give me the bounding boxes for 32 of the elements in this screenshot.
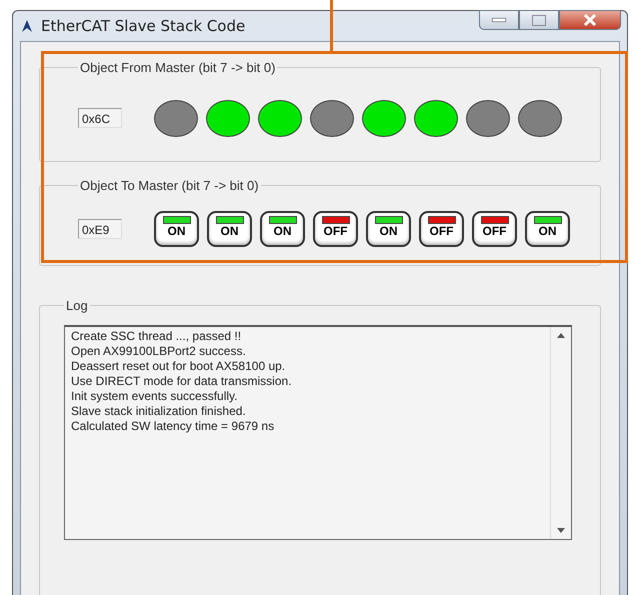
toggle-switch[interactable]: ON bbox=[260, 211, 305, 247]
maximize-button[interactable] bbox=[519, 10, 559, 30]
toggle-switch[interactable]: OFF bbox=[313, 211, 358, 247]
minimize-button[interactable] bbox=[479, 10, 519, 30]
toggle-switch[interactable]: ON bbox=[366, 211, 411, 247]
scroll-up-icon[interactable] bbox=[557, 333, 565, 338]
toggle-switch[interactable]: ON bbox=[525, 211, 570, 247]
log-line: Calculated SW latency time = 9679 ns bbox=[71, 419, 276, 434]
toggle-switch[interactable]: ON bbox=[154, 211, 199, 247]
toggle-switch[interactable]: OFF bbox=[472, 211, 517, 247]
toggle-switch[interactable]: ON bbox=[207, 211, 252, 247]
group-legend: Object From Master (bit 7 -> bit 0) bbox=[78, 60, 278, 75]
group-legend: Log bbox=[64, 298, 90, 313]
maximize-icon bbox=[532, 14, 546, 26]
scroll-down-icon[interactable] bbox=[557, 528, 565, 533]
log-line: Open AX99100LBPort2 success. bbox=[71, 344, 247, 359]
log-line: Use DIRECT mode for data transmission. bbox=[71, 374, 293, 389]
close-button[interactable] bbox=[559, 10, 621, 30]
value-field: 0x6C bbox=[78, 108, 122, 128]
close-icon bbox=[583, 14, 597, 26]
callout-line bbox=[330, 0, 333, 52]
group-legend: Object To Master (bit 7 -> bit 0) bbox=[78, 178, 261, 193]
minimize-icon bbox=[492, 18, 506, 22]
log-line: Init system events successfully. bbox=[71, 389, 238, 404]
window-title: EtherCAT Slave Stack Code bbox=[41, 17, 246, 35]
log-line: Create SSC thread ..., passed !! bbox=[71, 329, 242, 344]
app-icon bbox=[19, 18, 35, 34]
log-line: Deassert reset out for boot AX58100 up. bbox=[71, 359, 286, 374]
log-line: Slave stack initialization finished. bbox=[71, 404, 247, 419]
log-textbox[interactable] bbox=[64, 325, 572, 540]
value-field: 0xE9 bbox=[78, 219, 122, 239]
toggle-switch[interactable]: OFF bbox=[419, 211, 464, 247]
